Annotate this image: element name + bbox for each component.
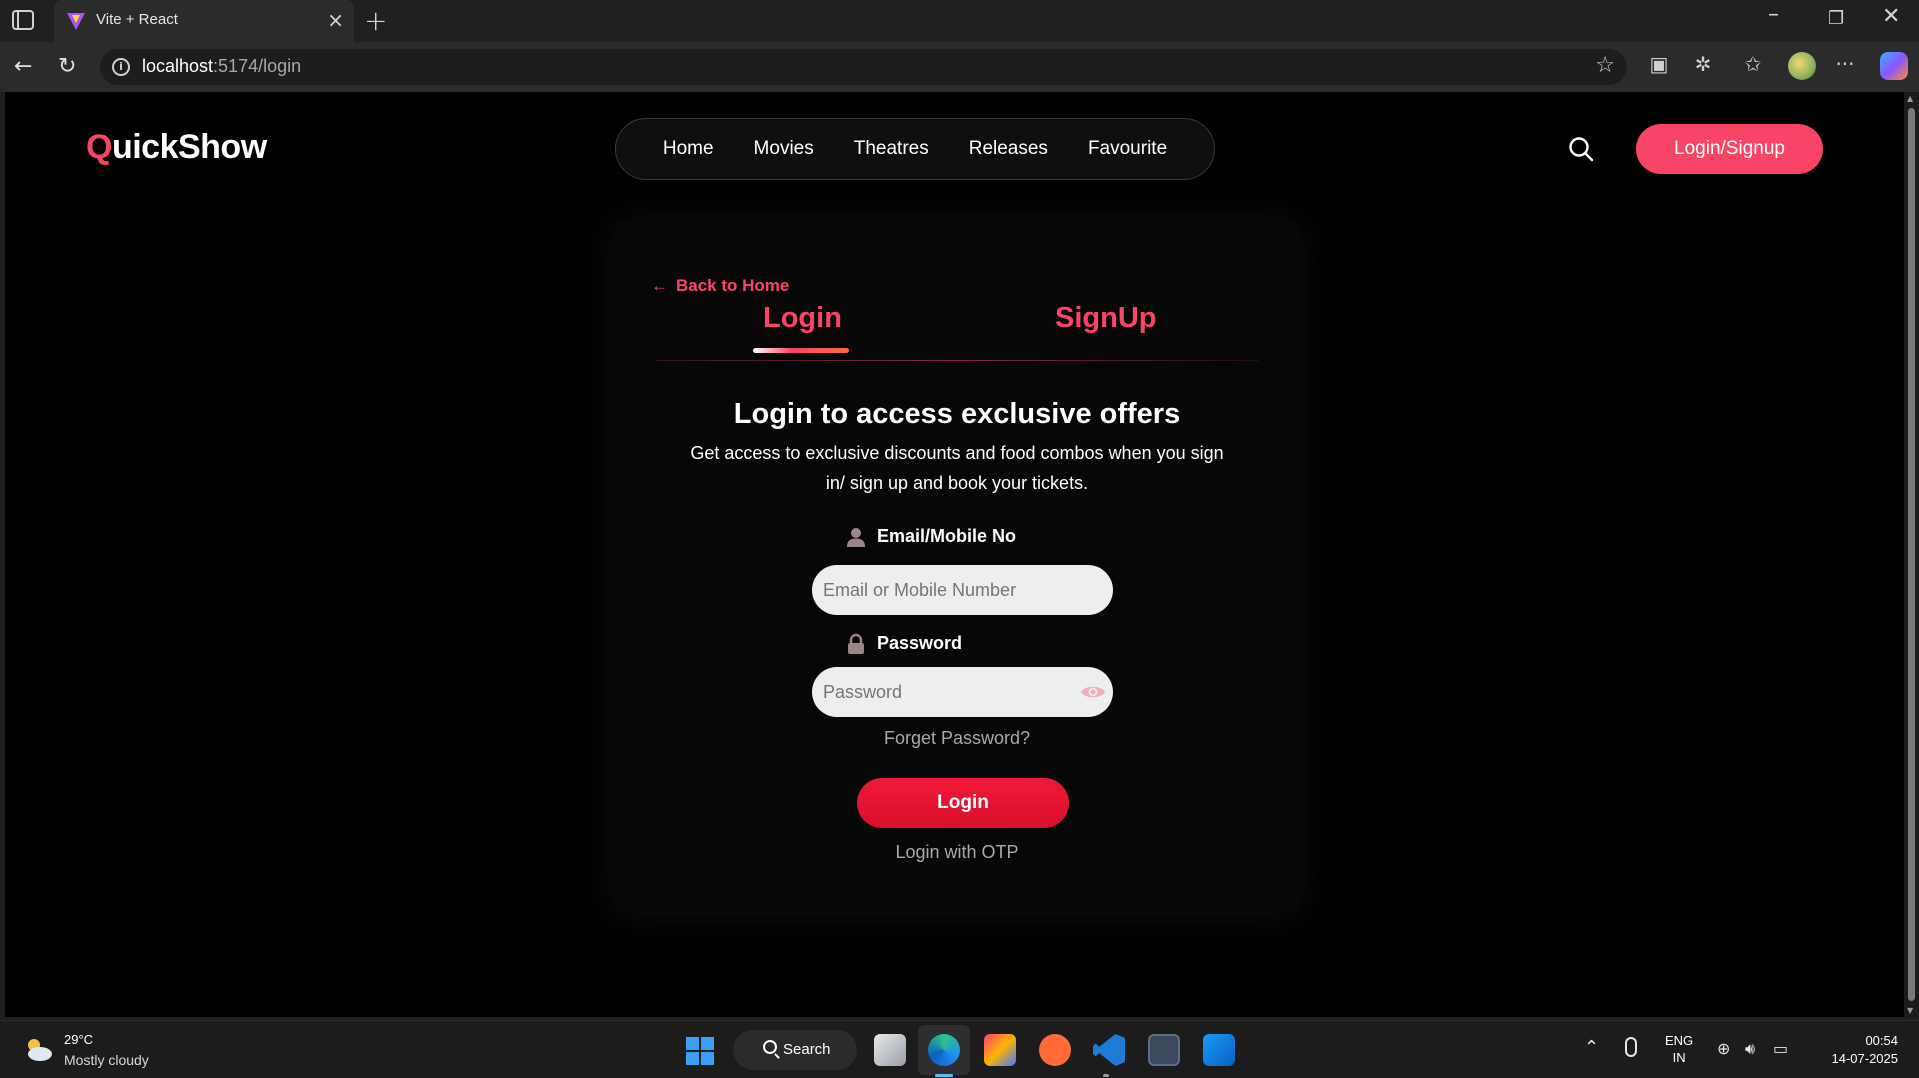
input-language[interactable]: ENG IN [1665, 1032, 1693, 1066]
edge-icon[interactable] [928, 1034, 960, 1066]
microphone-icon[interactable] [1625, 1037, 1637, 1057]
page-subtitle: Get access to exclusive discounts and fo… [690, 443, 1224, 493]
tab-title: Vite + React [96, 11, 178, 28]
browser-essentials-icon[interactable]: ▣ [1646, 52, 1672, 78]
tab-divider [655, 360, 1259, 361]
mysql-workbench-icon[interactable] [1148, 1034, 1180, 1066]
tray-overflow-chevron-icon[interactable]: ⌃ [1584, 1037, 1599, 1058]
page-scrollbar[interactable]: ▲ ▼ [1904, 92, 1919, 1017]
windows-taskbar: 29°C Mostly cloudy Search ⌃ ENG IN ⊕ 🔊︎ ▭… [0, 1020, 1919, 1078]
sidebar-toggle-icon[interactable] [12, 10, 34, 30]
login-with-otp-link[interactable]: Login with OTP [615, 842, 1299, 863]
auth-card: ← Back to Home Login SignUp Login to acce… [615, 222, 1299, 912]
address-bar[interactable]: i localhost:5174/login ☆ [100, 49, 1627, 85]
show-password-eye-icon[interactable] [1080, 682, 1106, 702]
back-to-home-link[interactable]: ← Back to Home [651, 276, 789, 296]
browser-toolbar: ← ↻ i localhost:5174/login ☆ ▣ ✲ ✩ ··· [0, 42, 1919, 92]
more-menu-icon[interactable]: ··· [1832, 52, 1858, 78]
nav-theatres[interactable]: Theatres [854, 138, 929, 160]
vite-favicon-icon [67, 13, 85, 30]
network-globe-icon[interactable]: ⊕ [1717, 1039, 1730, 1058]
login-signup-button[interactable]: Login/Signup [1636, 124, 1823, 174]
back-icon[interactable]: ← [14, 54, 32, 79]
vscode-icon[interactable] [1093, 1034, 1125, 1066]
clock[interactable]: 00:54 14-07-2025 [1818, 1032, 1899, 1068]
task-view-icon[interactable] [874, 1034, 906, 1066]
login-button[interactable]: Login [857, 778, 1069, 828]
volume-icon[interactable]: 🔊︎ [1745, 1039, 1755, 1059]
nav-movies[interactable]: Movies [754, 138, 814, 160]
favorites-icon[interactable]: ✩ [1740, 52, 1766, 78]
url-text: localhost:5174/login [142, 56, 302, 76]
battery-icon[interactable]: ▭ [1773, 1039, 1788, 1058]
tab-signup[interactable]: SignUp [1055, 302, 1157, 335]
favorite-star-icon[interactable]: ☆ [1595, 53, 1615, 78]
active-tab-indicator [753, 348, 849, 353]
new-tab-icon[interactable]: + [364, 4, 387, 37]
site-info-icon[interactable]: i [112, 58, 130, 76]
quickshow-logo[interactable]: QuickShow [86, 128, 267, 167]
window-close-icon[interactable]: ✕ [1882, 4, 1900, 29]
scroll-thumb[interactable] [1908, 108, 1915, 1001]
restore-icon[interactable]: ❐ [1828, 8, 1844, 29]
email-label: Email/Mobile No [845, 526, 1016, 548]
extensions-icon[interactable]: ✲ [1690, 52, 1716, 78]
weather-temperature: 29°C [64, 1032, 94, 1047]
forget-password-link[interactable]: Forget Password? [615, 728, 1299, 749]
reload-icon[interactable]: ↻ [58, 54, 76, 79]
lock-icon [848, 634, 864, 655]
browser-tab[interactable]: Vite + React × [54, 0, 354, 42]
tab-login[interactable]: Login [763, 302, 842, 335]
browser-tab-bar: Vite + React × + – ❐ ✕ [0, 0, 1919, 42]
windows-start-icon[interactable] [686, 1037, 714, 1065]
weather-description: Mostly cloudy [64, 1052, 149, 1068]
intellij-icon[interactable] [984, 1034, 1016, 1066]
user-icon [847, 528, 865, 548]
outlook-icon[interactable] [1203, 1034, 1235, 1066]
page-title: Login to access exclusive offers [733, 398, 1181, 430]
scroll-up-icon[interactable]: ▲ [1907, 94, 1913, 103]
running-app-indicator [1103, 1074, 1109, 1077]
search-magnifier-icon [763, 1040, 777, 1054]
password-label: Password [845, 633, 962, 655]
profile-avatar[interactable] [1788, 52, 1816, 80]
password-input[interactable] [812, 667, 1113, 717]
search-icon[interactable] [1568, 136, 1594, 162]
page-viewport: QuickShow Home Movies Theatres Releases … [5, 92, 1904, 1017]
weather-cloud-icon[interactable] [22, 1035, 54, 1063]
arrow-left-icon: ← [651, 276, 668, 295]
nav-favourite[interactable]: Favourite [1088, 138, 1167, 160]
main-nav: Home Movies Theatres Releases Favourite [615, 118, 1215, 180]
scroll-down-icon[interactable]: ▼ [1907, 1006, 1913, 1015]
copilot-icon[interactable] [1880, 52, 1908, 80]
postman-icon[interactable] [1039, 1034, 1071, 1066]
nav-home[interactable]: Home [663, 138, 714, 160]
taskbar-search[interactable]: Search [733, 1030, 857, 1070]
nav-releases[interactable]: Releases [969, 138, 1048, 160]
active-app-indicator [935, 1074, 953, 1077]
tab-close-icon[interactable]: × [327, 8, 344, 32]
minimize-icon[interactable]: – [1768, 2, 1779, 27]
email-input[interactable] [812, 565, 1113, 615]
